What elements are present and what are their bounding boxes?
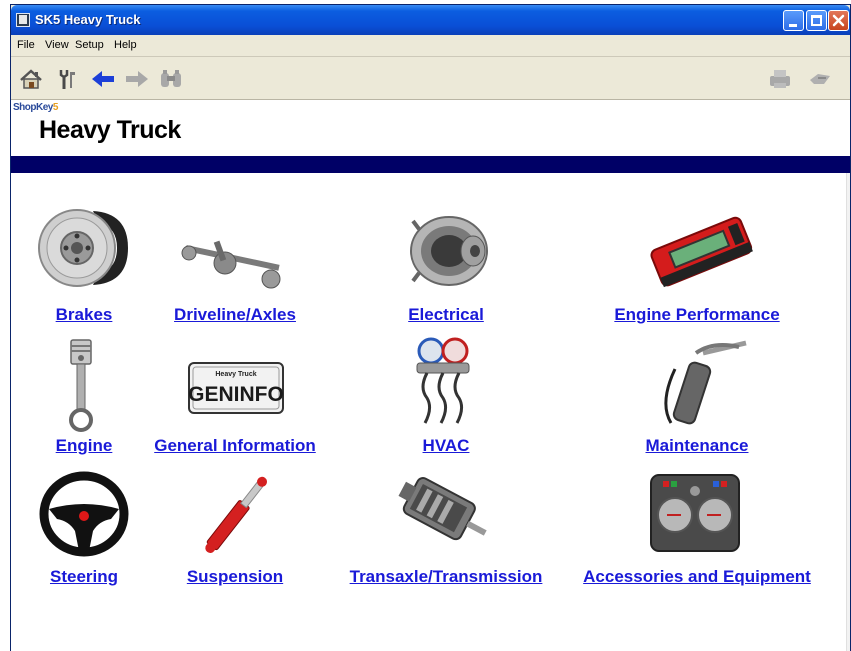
scan-tool-icon[interactable] xyxy=(645,211,755,291)
home-button[interactable] xyxy=(17,66,45,92)
axle-icon[interactable] xyxy=(181,235,286,295)
ac-gauge-icon[interactable] xyxy=(409,333,477,433)
title-bar[interactable]: SK5 Heavy Truck xyxy=(11,5,850,35)
close-button[interactable] xyxy=(828,10,849,31)
back-button[interactable] xyxy=(89,66,117,92)
plate-main-text: GENINFO xyxy=(188,383,284,406)
category-grid: Brakes Driveline/Axles Electrical Engine… xyxy=(11,173,850,651)
menu-bar: File View Setup Help xyxy=(11,35,850,57)
product-title: Heavy Truck xyxy=(39,116,181,144)
category-link-driveline-axles[interactable]: Driveline/Axles xyxy=(174,305,296,325)
toolbar xyxy=(11,58,850,100)
category-link-steering[interactable]: Steering xyxy=(50,567,118,587)
dashboard-controls-icon[interactable] xyxy=(647,471,743,555)
binoculars-icon xyxy=(161,70,181,87)
shock-absorber-icon[interactable] xyxy=(191,465,283,561)
menu-file[interactable]: File xyxy=(17,39,35,51)
steering-wheel-icon[interactable] xyxy=(39,471,129,557)
category-link-general-information[interactable]: General Information xyxy=(154,436,316,456)
minimize-button[interactable] xyxy=(783,10,804,31)
wrench-icon xyxy=(59,70,75,89)
print-button[interactable] xyxy=(766,66,794,92)
forward-arrow-icon xyxy=(126,71,148,87)
category-link-transaxle-transmission[interactable]: Transaxle/Transmission xyxy=(350,567,543,587)
category-link-hvac[interactable]: HVAC xyxy=(423,436,470,456)
window-title: SK5 Heavy Truck xyxy=(35,12,141,27)
back-arrow-icon xyxy=(92,71,114,87)
brand-version: 5 xyxy=(52,102,59,113)
tools-button[interactable] xyxy=(53,66,81,92)
brake-rotor-icon[interactable] xyxy=(33,203,133,293)
vertical-scrollbar[interactable] xyxy=(846,173,850,651)
search-button[interactable] xyxy=(157,66,185,92)
piston-icon[interactable] xyxy=(63,338,103,433)
send-button[interactable] xyxy=(806,66,834,92)
home-icon xyxy=(20,69,42,89)
category-link-engine-performance[interactable]: Engine Performance xyxy=(614,305,779,325)
close-icon xyxy=(832,14,845,27)
product-banner: ShopKey5 Heavy Truck xyxy=(11,100,850,156)
brand-name: ShopKey xyxy=(13,102,53,113)
shopkey-logo: ShopKey5 xyxy=(13,102,58,113)
alternator-icon[interactable] xyxy=(399,209,493,293)
app-icon[interactable] xyxy=(16,13,30,27)
grease-gun-icon[interactable] xyxy=(651,333,751,433)
menu-setup[interactable]: Setup xyxy=(75,39,104,51)
category-link-electrical[interactable]: Electrical xyxy=(408,305,484,325)
menu-view[interactable]: View xyxy=(45,39,69,51)
plate-top-text: Heavy Truck xyxy=(215,371,256,378)
forward-button[interactable] xyxy=(123,66,151,92)
app-window: SK5 Heavy Truck File View Setup Help Sho… xyxy=(10,4,851,651)
category-link-accessories-and-equipment[interactable]: Accessories and Equipment xyxy=(583,567,811,587)
category-link-engine[interactable]: Engine xyxy=(56,436,113,456)
category-link-maintenance[interactable]: Maintenance xyxy=(646,436,749,456)
minimize-icon xyxy=(789,24,797,27)
maximize-button[interactable] xyxy=(806,10,827,31)
category-link-suspension[interactable]: Suspension xyxy=(187,567,283,587)
send-icon xyxy=(810,74,830,84)
header-divider xyxy=(11,156,850,173)
maximize-icon xyxy=(811,15,822,26)
category-link-brakes[interactable]: Brakes xyxy=(56,305,113,325)
print-icon xyxy=(770,70,790,88)
geninfo-plate-icon[interactable]: Heavy Truck GENINFO xyxy=(187,361,285,415)
transmission-icon[interactable] xyxy=(391,468,491,560)
menu-help[interactable]: Help xyxy=(114,39,137,51)
